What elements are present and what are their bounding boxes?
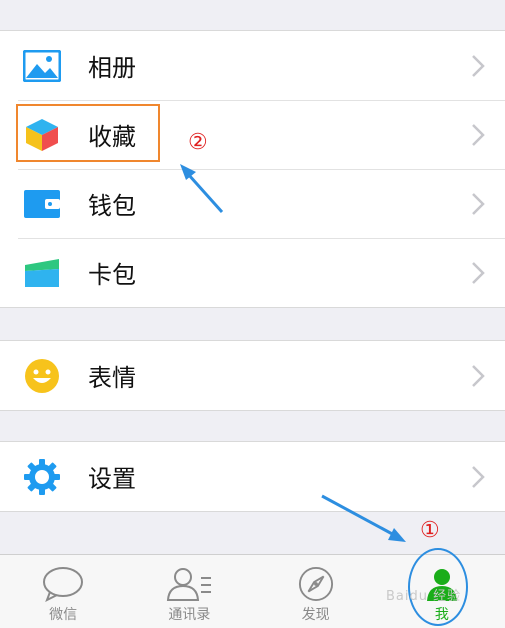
menu-item-album[interactable]: 相册 xyxy=(0,31,505,100)
menu-item-card-pack[interactable]: 卡包 xyxy=(0,238,505,307)
menu-item-label: 钱包 xyxy=(88,192,136,220)
menu-item-label: 设置 xyxy=(88,465,136,493)
menu-item-settings[interactable]: 设置 xyxy=(0,442,505,511)
chevron-right-icon xyxy=(472,364,485,387)
tab-label: 通讯录 xyxy=(168,607,211,623)
contacts-icon xyxy=(167,568,212,601)
step-2-marker: ② xyxy=(188,130,208,155)
chat-bubble-icon xyxy=(43,567,84,602)
arrow-head-me-tab xyxy=(388,528,406,542)
menu-group-emoji: 表情 xyxy=(0,340,505,411)
menu-item-label: 卡包 xyxy=(88,261,136,289)
menu-item-emoji[interactable]: 表情 xyxy=(0,341,505,410)
step-1-marker: ① xyxy=(420,518,440,543)
chevron-right-icon xyxy=(472,261,485,284)
tab-contacts[interactable]: 通讯录 xyxy=(126,555,252,628)
photo-album-icon xyxy=(22,46,62,86)
chevron-right-icon xyxy=(472,54,485,77)
menu-item-label: 表情 xyxy=(88,364,136,392)
card-pack-icon xyxy=(22,253,62,293)
tab-discover[interactable]: 发现 xyxy=(253,555,379,628)
baidu-watermark: Baidu 经验 xyxy=(386,589,462,604)
tab-chats[interactable]: 微信 xyxy=(0,555,126,628)
chevron-right-icon xyxy=(472,123,485,146)
highlight-box-favorites xyxy=(16,104,160,162)
menu-item-label: 相册 xyxy=(88,54,136,82)
tab-label: 发现 xyxy=(301,607,330,623)
menu-item-wallet[interactable]: 钱包 xyxy=(0,169,505,238)
tab-label: 微信 xyxy=(49,607,78,623)
emoji-smile-icon xyxy=(22,356,62,396)
wallet-icon xyxy=(22,184,62,224)
menu-group-settings: 设置 xyxy=(0,441,505,512)
settings-gear-icon xyxy=(22,457,62,497)
compass-icon xyxy=(298,566,333,602)
chevron-right-icon xyxy=(472,465,485,488)
menu-group-main: 相册 收藏 钱包 卡包 xyxy=(0,30,505,308)
chevron-right-icon xyxy=(472,192,485,215)
